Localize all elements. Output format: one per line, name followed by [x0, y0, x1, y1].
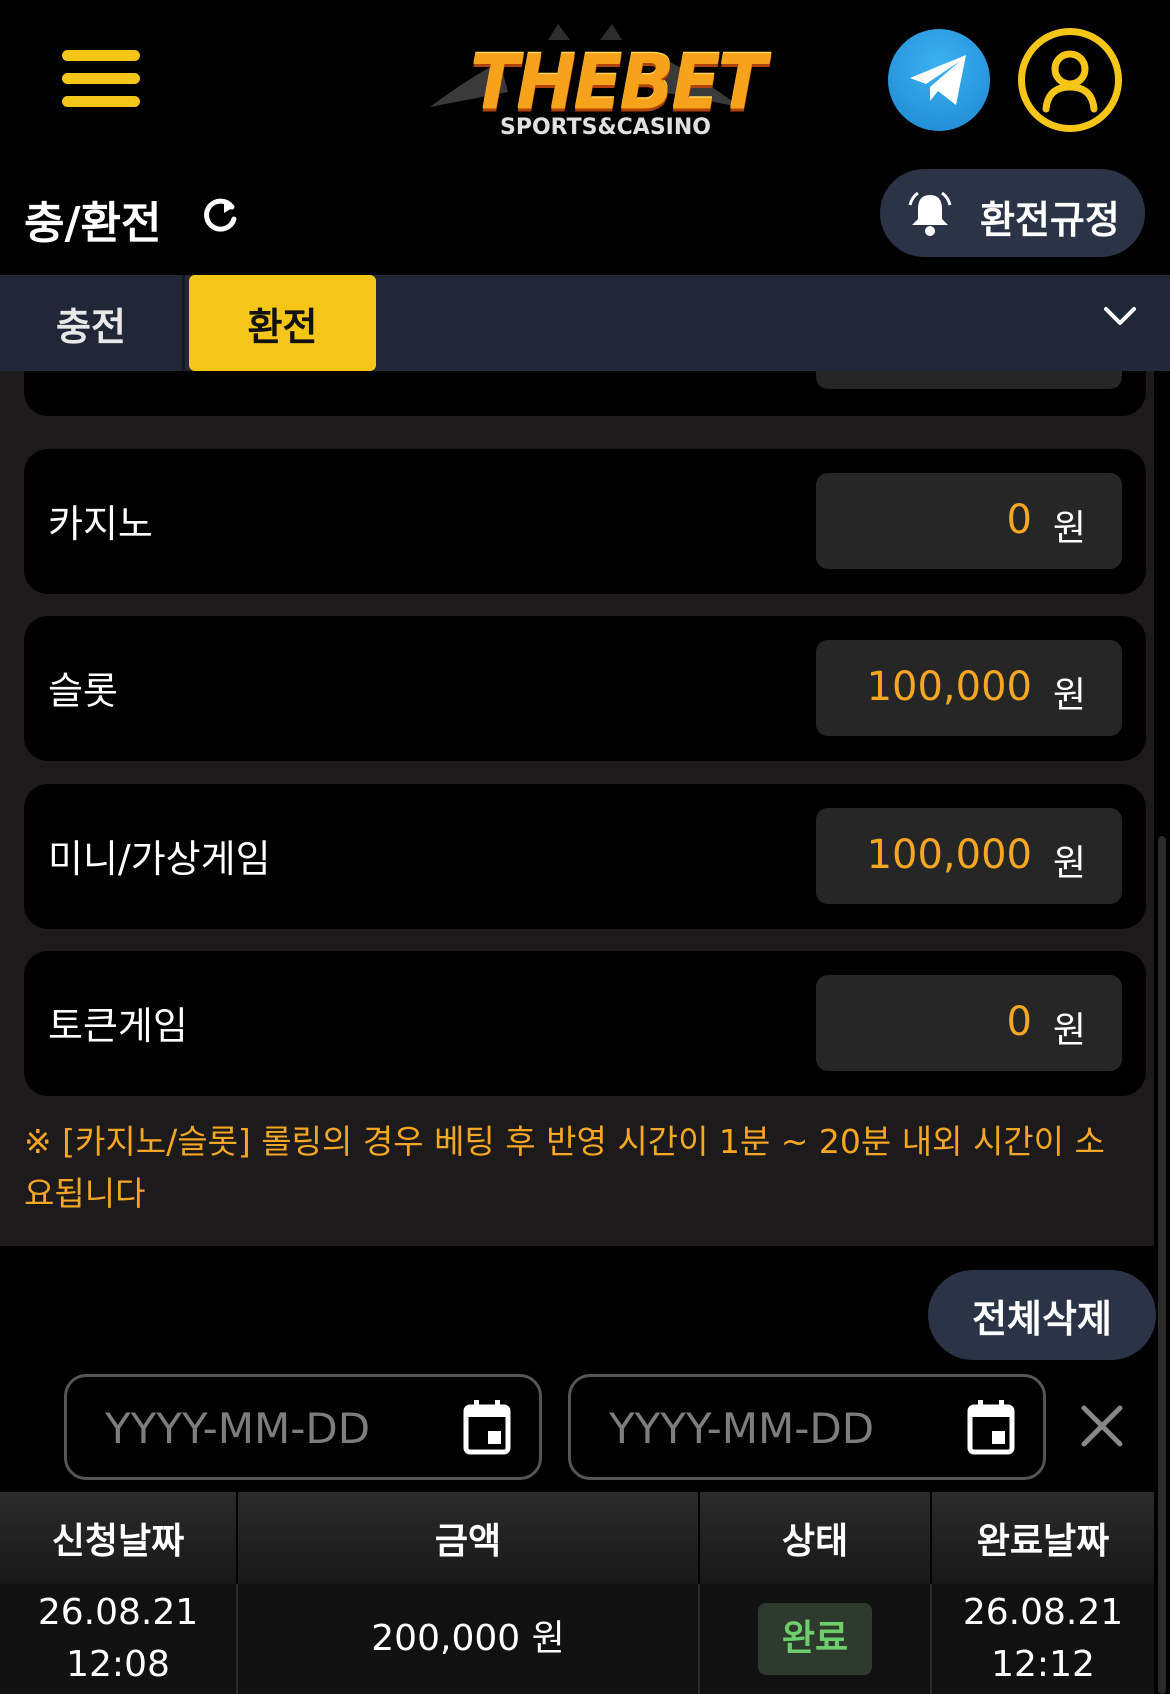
game-label: 카지노: [48, 502, 153, 546]
hamburger-menu-icon[interactable]: [62, 50, 140, 108]
status-badge: 완료: [758, 1603, 872, 1675]
complete-date-cell: 26.08.21 12:12: [932, 1584, 1154, 1694]
amount-value: 100,000: [866, 664, 1032, 710]
scrollbar[interactable]: [1154, 371, 1170, 1694]
currency-unit: 원: [1052, 1010, 1086, 1051]
request-date-cell: 26.08.21 12:08: [0, 1584, 238, 1694]
amount-box: 100,000 원: [816, 808, 1122, 904]
game-label: 토큰게임: [48, 1004, 188, 1048]
game-row-token: 토큰게임 0 원: [24, 951, 1146, 1096]
top-bar: THEBET SPORTS&CASINO: [0, 0, 1170, 165]
table-row: 26.08.21 12:08 200,000 원 완료 26.08.21 12:…: [0, 1584, 1154, 1694]
tab-bar: 충전 환전: [0, 275, 1170, 371]
column-header-complete-date: 완료날짜: [976, 1521, 1110, 1562]
withdraw-rules-button[interactable]: 환전규정: [880, 169, 1145, 257]
status-cell: 완료: [700, 1584, 932, 1694]
amount-box: 0 원: [816, 975, 1122, 1071]
column-header-status: 상태: [700, 1492, 932, 1584]
game-label: 슬롯: [48, 669, 118, 713]
complete-date: 26.08.21: [962, 1592, 1124, 1633]
date-from-field[interactable]: [64, 1374, 542, 1480]
title-row: 충/환전 환전규정: [0, 165, 1170, 275]
amount-box: [816, 371, 1122, 389]
game-label: 미니/가상게임: [48, 837, 271, 881]
date-from-input[interactable]: [105, 1399, 445, 1457]
logo-sub-text: SPORTS&CASINO: [500, 115, 711, 140]
withdraw-rules-label: 환전규정: [980, 198, 1120, 242]
game-row-casino: 카지노 0 원: [24, 449, 1146, 594]
amount-box: 100,000 원: [816, 640, 1122, 736]
date-to-field[interactable]: [568, 1374, 1046, 1480]
amount-value: 0: [1006, 497, 1032, 543]
complete-time: 12:12: [991, 1644, 1095, 1685]
column-header-amount: 금액: [238, 1492, 700, 1584]
history-table-header: 신청날짜 금액 상태 완료날짜: [0, 1492, 1154, 1584]
amount-value: 0: [1006, 999, 1032, 1045]
date-to-input[interactable]: [609, 1399, 949, 1457]
tab-charge[interactable]: 충전: [0, 275, 185, 371]
game-row-mini-virtual: 미니/가상게임 100,000 원: [24, 784, 1146, 929]
page-title: 충/환전: [24, 198, 162, 249]
currency-unit: 원: [1052, 843, 1086, 884]
amount-cell: 200,000 원: [238, 1584, 700, 1694]
game-row-slot: 슬롯 100,000 원: [24, 616, 1146, 761]
clear-dates-icon[interactable]: [1080, 1404, 1124, 1448]
chevron-down-icon[interactable]: [1103, 305, 1137, 329]
currency-unit: 원: [1052, 675, 1086, 716]
request-date: 26.08.21: [37, 1592, 199, 1633]
tab-withdraw[interactable]: 환전: [189, 275, 376, 371]
game-row-partial: [24, 371, 1146, 416]
scrollbar-thumb[interactable]: [1158, 836, 1166, 1694]
column-header-request-date: 신청날짜: [0, 1492, 238, 1584]
calendar-icon[interactable]: [463, 1399, 511, 1455]
amount-value: 100,000: [866, 832, 1032, 878]
rolling-notice: ※ [카지노/슬롯] 롤링의 경우 베팅 후 반영 시간이 1분 ~ 20분 내…: [24, 1122, 1105, 1213]
refresh-icon[interactable]: [200, 195, 240, 235]
bell-icon: [908, 191, 952, 236]
calendar-icon[interactable]: [967, 1399, 1015, 1455]
game-balance-panel: 카지노 0 원 슬롯 100,000 원 미니/가상게임 100,000 원 토…: [0, 371, 1154, 1246]
telegram-icon[interactable]: [888, 29, 990, 131]
delete-all-button[interactable]: 전체삭제: [928, 1270, 1156, 1360]
currency-unit: 원: [1052, 508, 1086, 549]
thebet-logo[interactable]: THEBET SPORTS&CASINO: [430, 22, 767, 147]
logo-main-text: THEBET: [470, 37, 767, 127]
user-icon[interactable]: [1018, 28, 1122, 132]
amount-box: 0 원: [816, 473, 1122, 569]
request-time: 12:08: [66, 1644, 170, 1685]
